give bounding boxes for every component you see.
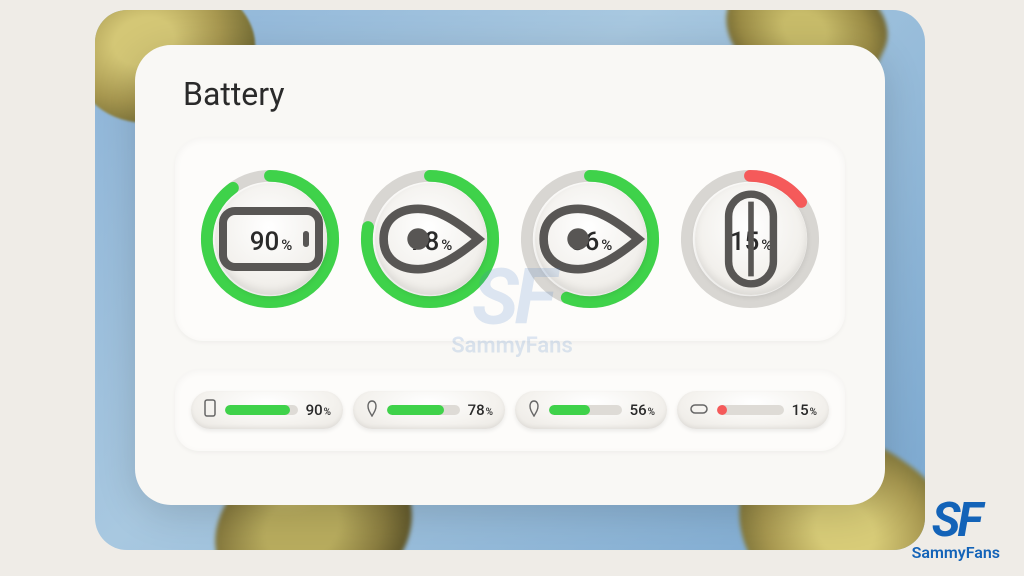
earbud-icon [365, 400, 379, 421]
device-gauge-case[interactable]: 15% [677, 165, 823, 313]
pill-value: 15% [792, 401, 817, 419]
card-title: Battery [183, 75, 845, 113]
phone-icon [203, 399, 217, 421]
earbud-icon [527, 400, 541, 421]
pill-value: 56% [630, 401, 655, 419]
gauges-panel: 90% 78% 56% [175, 137, 845, 341]
device-pill-case[interactable]: 15% [677, 391, 829, 429]
pill-value: 90% [306, 401, 331, 419]
pill-value: 78% [468, 401, 493, 419]
device-gauge-phone[interactable]: 90% [197, 165, 343, 313]
device-gauge-earbud-right[interactable]: 56% [517, 165, 663, 313]
battery-widget-card: Battery 90% 78% [135, 45, 885, 505]
device-pill-earbud-right[interactable]: 56% [515, 391, 667, 429]
pill-bar [387, 405, 460, 415]
pill-bar [549, 405, 622, 415]
device-pill-earbud-left[interactable]: 78% [353, 391, 505, 429]
bars-panel: 90% 78% 56% 15% [175, 369, 845, 451]
pill-bar [225, 405, 298, 415]
pill-bar [717, 405, 784, 415]
case-icon [689, 401, 709, 420]
device-pill-phone[interactable]: 90% [191, 391, 343, 429]
device-gauge-earbud-left[interactable]: 78% [357, 165, 503, 313]
